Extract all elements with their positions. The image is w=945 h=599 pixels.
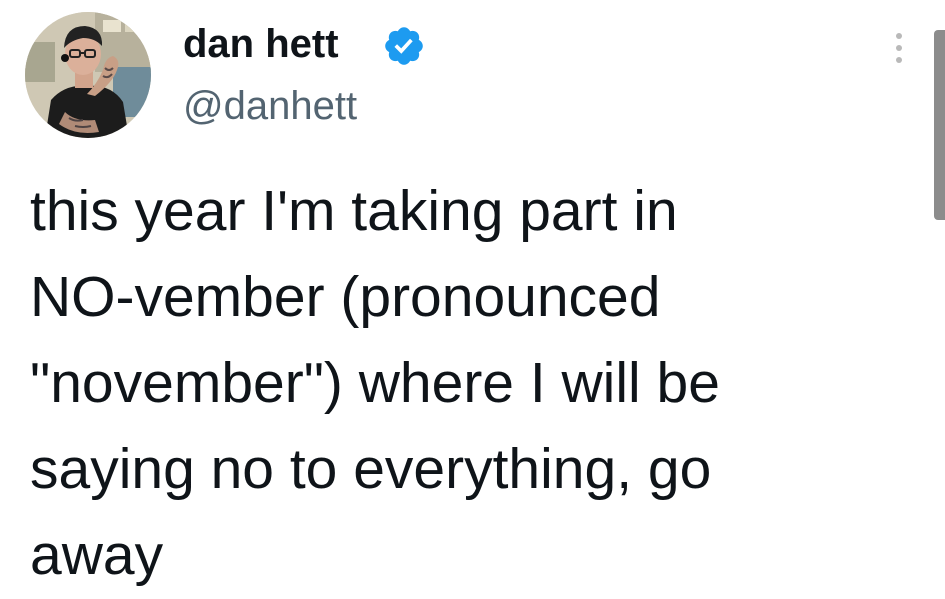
- more-options-icon[interactable]: [888, 28, 910, 68]
- avatar-photo-image: [25, 12, 151, 138]
- tweet-card: dan hett @danhett this year I'm taking p…: [0, 0, 945, 599]
- verified-badge-icon: [385, 27, 423, 65]
- author-avatar[interactable]: [25, 12, 151, 138]
- scrollbar-thumb[interactable]: [934, 30, 945, 220]
- author-display-name[interactable]: dan hett: [183, 20, 339, 68]
- author-handle[interactable]: @danhett: [183, 82, 357, 130]
- tweet-body-text: this year I'm taking part in NO-vember (…: [30, 179, 720, 587]
